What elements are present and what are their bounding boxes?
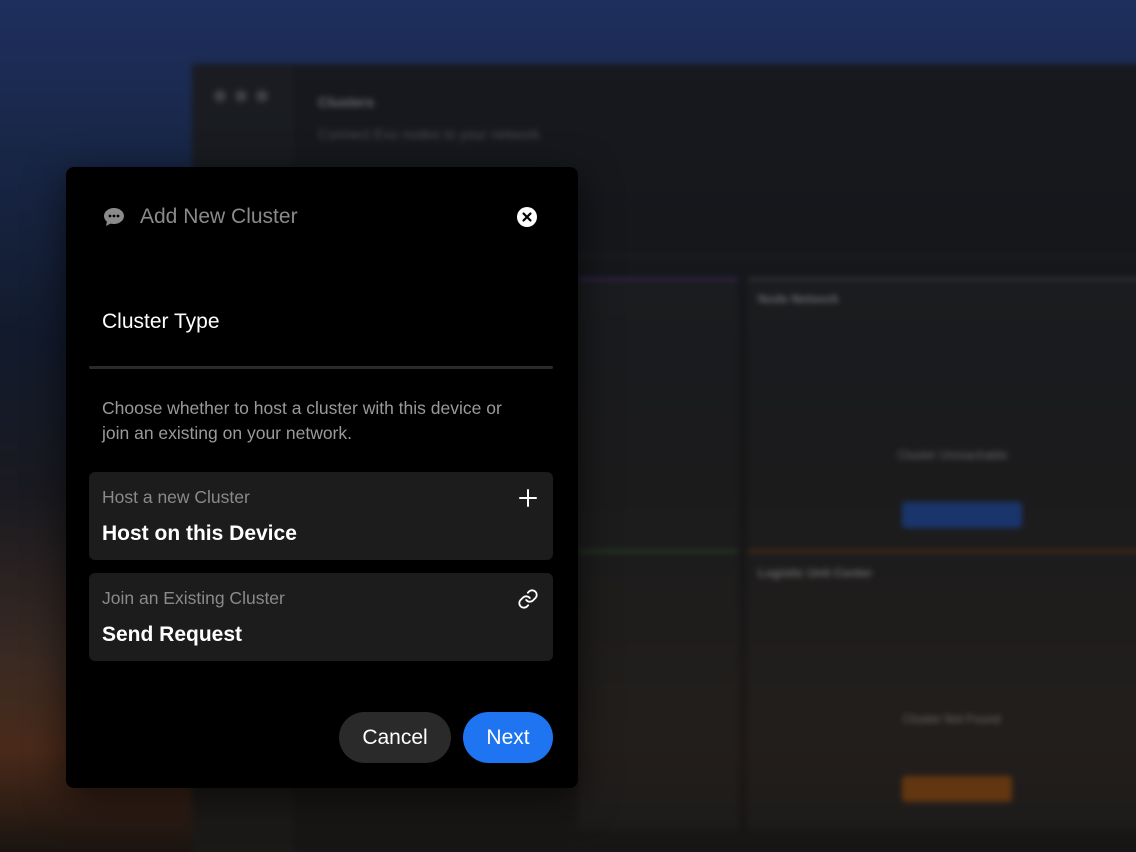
next-button[interactable]: Next bbox=[463, 712, 553, 763]
background-panel-title: Logistic Unit Center bbox=[758, 566, 873, 580]
background-panel-status: Cluster Unreachable bbox=[898, 448, 1008, 462]
background-header-title: Clusters bbox=[318, 94, 375, 110]
background-button bbox=[902, 776, 1012, 802]
window-dot bbox=[235, 90, 247, 102]
window-dot bbox=[256, 90, 268, 102]
background-panel bbox=[578, 278, 738, 548]
option-subtitle: Host a new Cluster bbox=[102, 487, 250, 507]
background-header-subtitle: Connect Exo nodes to your network bbox=[318, 126, 540, 142]
section-divider bbox=[89, 366, 553, 369]
background-panel-status: Cluster Not Found bbox=[903, 712, 1001, 726]
cancel-button[interactable]: Cancel bbox=[339, 712, 451, 763]
host-cluster-option[interactable]: Host a new Cluster Host on this Device bbox=[89, 472, 553, 560]
link-icon bbox=[518, 589, 538, 609]
window-controls bbox=[214, 90, 268, 102]
add-cluster-dialog: Add New Cluster Cluster Type Choose whet… bbox=[66, 167, 578, 788]
plus-icon bbox=[519, 489, 537, 507]
dialog-header: Add New Cluster bbox=[102, 203, 542, 231]
dialog-title: Add New Cluster bbox=[140, 205, 298, 228]
background-panel: Logistic Unit Center Cluster Not Found bbox=[748, 550, 1136, 830]
join-cluster-option[interactable]: Join an Existing Cluster Send Request bbox=[89, 573, 553, 661]
section-title: Cluster Type bbox=[102, 310, 220, 333]
dialog-description: Choose whether to host a cluster with th… bbox=[102, 398, 502, 443]
close-icon[interactable] bbox=[516, 206, 538, 228]
option-label: Host on this Device bbox=[102, 522, 297, 545]
option-subtitle: Join an Existing Cluster bbox=[102, 588, 285, 608]
background-panel: Node Network Cluster Unreachable bbox=[748, 278, 1136, 548]
chat-bubble-icon bbox=[104, 208, 124, 226]
background-panel bbox=[578, 550, 738, 830]
background-panel-title: Node Network bbox=[758, 292, 839, 306]
option-label: Send Request bbox=[102, 623, 243, 646]
window-dot bbox=[214, 90, 226, 102]
background-button bbox=[902, 502, 1022, 528]
